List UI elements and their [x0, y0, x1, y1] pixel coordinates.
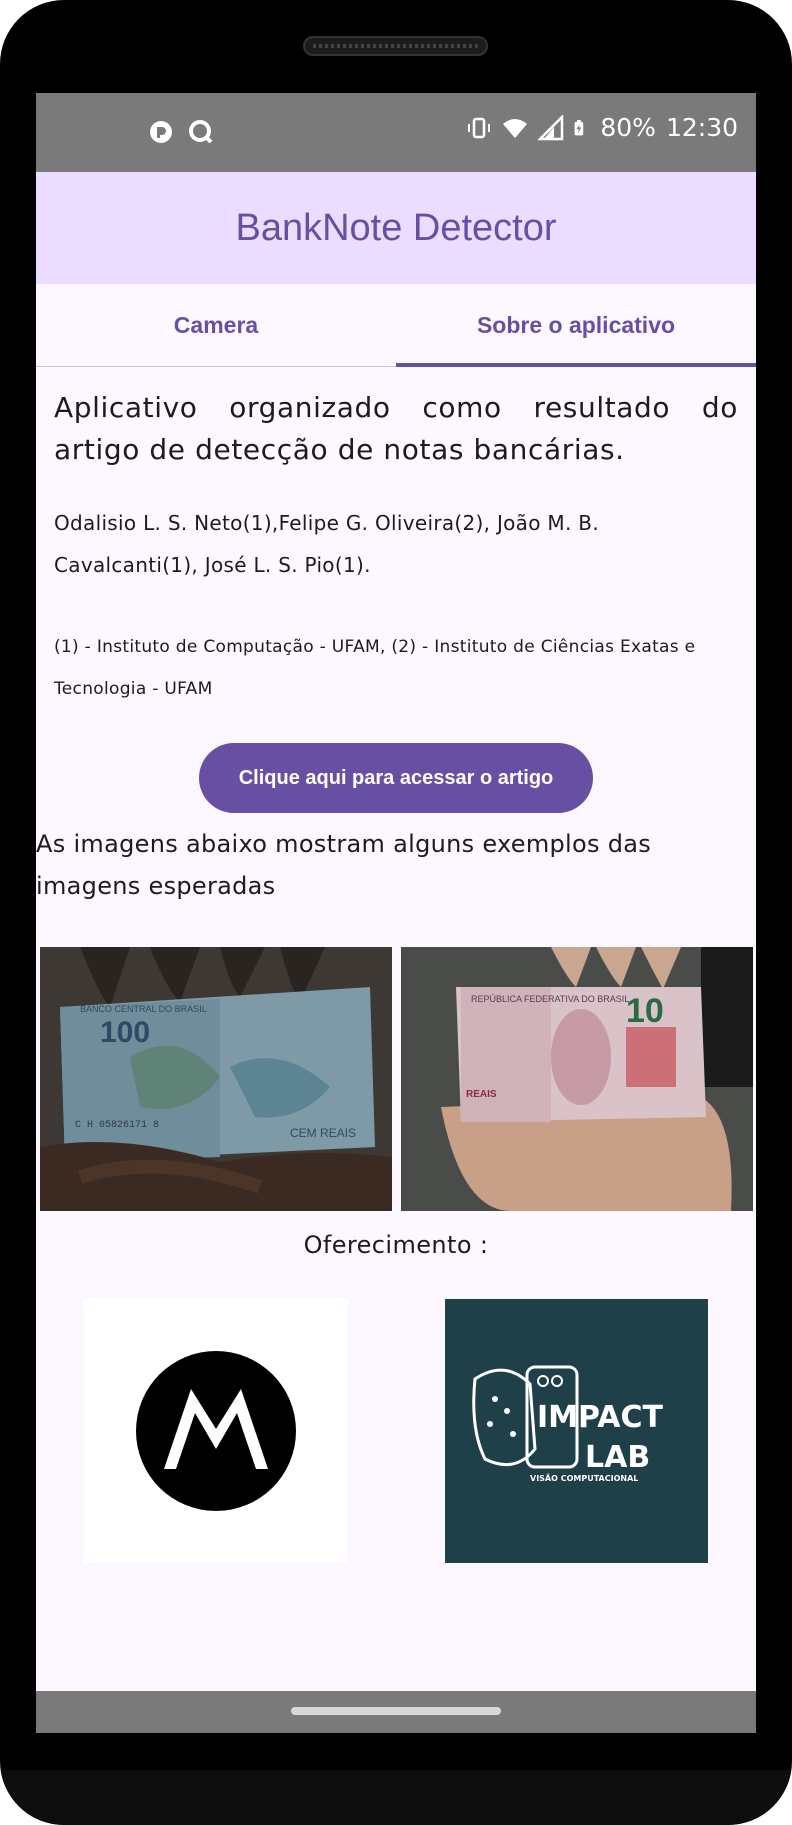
note-10-value: 10 [626, 992, 664, 1030]
example-image-100-reais: 100 BANCO CENTRAL DO BRASIL CEM REAIS C … [40, 947, 392, 1211]
phone-chin [0, 1770, 792, 1825]
authors-text: Odalisio L. S. Neto(1),Felipe G. Oliveir… [54, 511, 599, 577]
impact-tagline: VISÃO COMPUTACIONAL [530, 1473, 638, 1483]
tab-camera[interactable]: Camera [36, 284, 396, 366]
phone-frame: 80% 12:30 BankNote Detector Camera Sobre… [0, 0, 792, 1825]
battery-percent: 80% [600, 113, 656, 142]
wifi-icon [503, 118, 528, 138]
note-100-serial: C H 05826171 8 [75, 1120, 159, 1131]
example-image-10-reais: 10 REPÚBLICA FEDERATIVA DO BRASIL REAIS [401, 947, 753, 1211]
sponsor-label: Oferecimento : [303, 1231, 489, 1259]
status-left-icons [148, 119, 214, 145]
note-100-words: CEM REAIS [290, 1126, 356, 1140]
clock: 12:30 [665, 113, 738, 142]
impact-text: IMPACT [537, 1400, 663, 1435]
impact-lab-logo-art: IMPACT LAB VISÃO COMPUTACIONAL [445, 1299, 708, 1563]
motorola-logo-icon [135, 1351, 296, 1511]
home-gesture-handle[interactable] [291, 1707, 501, 1715]
note-10-bank: REPÚBLICA FEDERATIVA DO BRASIL [471, 994, 629, 1004]
app-title: BankNote Detector [235, 206, 557, 249]
vibrate-icon [468, 117, 491, 138]
example-image-10-drawing: 10 REPÚBLICA FEDERATIVA DO BRASIL REAIS [401, 947, 753, 1211]
top-app-bar: BankNote Detector [36, 172, 756, 284]
tab-bar: Camera Sobre o aplicativo [36, 284, 756, 367]
battery-charging-icon [574, 119, 584, 135]
affiliations-text: (1) - Instituto de Computação - UFAM, (2… [54, 637, 696, 699]
lab-text: LAB [585, 1440, 650, 1475]
intro-text: Aplicativo organizado como resultado do … [54, 391, 738, 466]
status-right-icons: 80% 12:30 [466, 113, 738, 142]
note-10-words: REAIS [466, 1089, 497, 1100]
note-100-value: 100 [100, 1016, 150, 1049]
system-nav-bar [36, 1691, 756, 1733]
tab-about[interactable]: Sobre o aplicativo [396, 284, 756, 367]
motorola-logo [84, 1299, 347, 1563]
search-app-icon [189, 120, 213, 144]
article-link-button[interactable]: Clique aqui para acessar o artigo [199, 743, 593, 813]
example-image-100-drawing: 100 BANCO CENTRAL DO BRASIL CEM REAIS C … [40, 947, 392, 1211]
app-screen: 80% 12:30 BankNote Detector Camera Sobre… [36, 93, 756, 1733]
note-100-bank: BANCO CENTRAL DO BRASIL [80, 1004, 207, 1014]
impact-lab-logo: IMPACT LAB VISÃO COMPUTACIONAL [445, 1299, 708, 1563]
notification-app-icon [150, 121, 172, 143]
status-bar: 80% 12:30 [36, 93, 756, 172]
earpiece-speaker [303, 36, 488, 56]
signal-icon [538, 114, 564, 140]
examples-caption: As imagens abaixo mostram alguns exemplo… [36, 830, 652, 900]
